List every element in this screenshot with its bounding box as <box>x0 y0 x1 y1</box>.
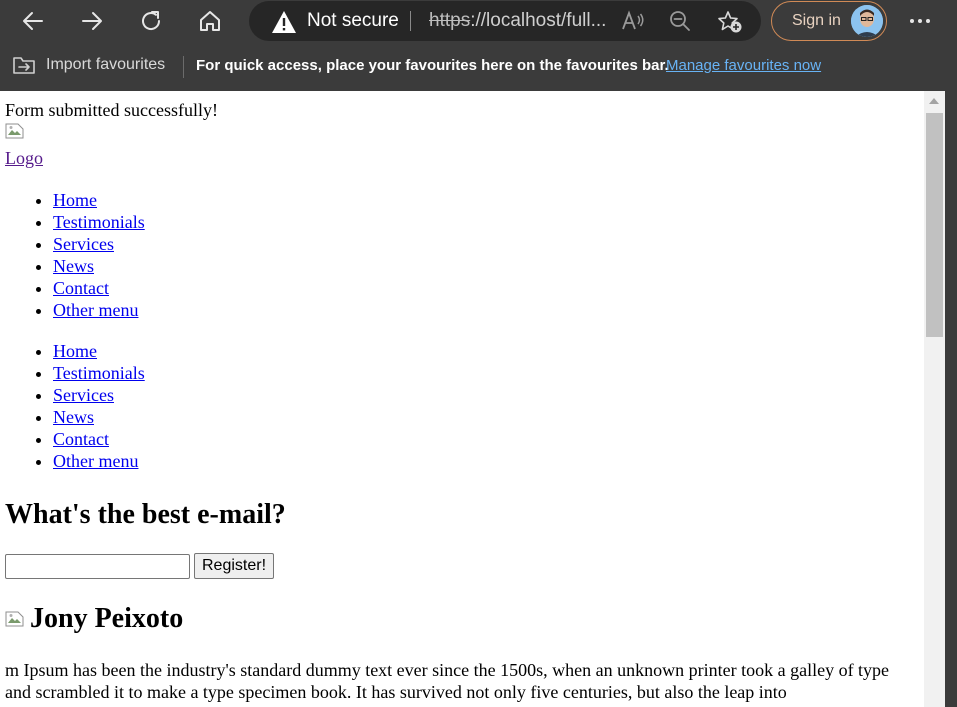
address-divider <box>410 11 411 31</box>
page-content: Form submitted successfully! Logo Home T… <box>0 91 924 703</box>
forward-button[interactable] <box>74 4 110 38</box>
menu-item: Home <box>53 340 919 362</box>
favourites-bar: Import favourites For quick access, plac… <box>0 43 957 91</box>
menu-link-home[interactable]: Home <box>53 341 97 361</box>
register-form: Register! <box>5 553 919 579</box>
import-favourites-button[interactable]: Import favourites <box>12 54 165 76</box>
menu-item: Contact <box>53 428 919 450</box>
url-scheme: https <box>429 10 471 31</box>
more-options-button[interactable] <box>905 4 935 38</box>
testimonial-heading: Jony Peixoto <box>5 603 919 635</box>
menu-link-other[interactable]: Other menu <box>53 300 138 320</box>
menu-link-contact[interactable]: Contact <box>53 429 109 449</box>
security-status-label[interactable]: Not secure <box>307 10 399 32</box>
url-path: ://localhost/full... <box>470 10 607 31</box>
page-scrollbar[interactable] <box>924 91 945 707</box>
menu-item: News <box>53 255 919 277</box>
success-message: Form submitted successfully! <box>5 100 218 120</box>
refresh-button[interactable] <box>133 4 169 38</box>
email-field[interactable] <box>5 553 190 579</box>
favourites-message: For quick access, place your favourites … <box>196 57 669 74</box>
main-menu: Home Testimonials Services News Contact … <box>5 189 919 321</box>
back-button[interactable] <box>15 4 51 38</box>
zoom-out-icon[interactable] <box>669 10 691 32</box>
menu-link-news[interactable]: News <box>53 407 94 427</box>
broken-image-icon <box>5 123 24 139</box>
url-text[interactable]: https://localhost/full... <box>429 10 606 32</box>
menu-link-services[interactable]: Services <box>53 234 114 254</box>
favourites-divider <box>183 56 184 78</box>
menu-link-other[interactable]: Other menu <box>53 451 138 471</box>
logo-line: Logo <box>5 147 919 169</box>
menu-link-testimonials[interactable]: Testimonials <box>53 363 145 383</box>
window-edge <box>945 91 957 707</box>
manage-favourites-link[interactable]: Manage favourites now <box>666 57 821 74</box>
secondary-menu: Home Testimonials Services News Contact … <box>5 340 919 472</box>
testimonial-text: m Ipsum has been the industry's standard… <box>5 660 890 702</box>
user-avatar-icon <box>851 5 883 37</box>
import-favourites-label: Import favourites <box>46 56 166 73</box>
menu-item: Other menu <box>53 299 919 321</box>
arrow-left-icon <box>23 12 43 30</box>
logo-image-line <box>5 121 919 147</box>
register-button[interactable]: Register! <box>194 553 275 579</box>
import-folder-icon <box>13 57 35 74</box>
menu-item: Testimonials <box>53 362 919 384</box>
home-button[interactable] <box>192 4 228 38</box>
sign-in-label: Sign in <box>792 12 841 29</box>
more-icon <box>910 19 930 23</box>
menu-link-home[interactable]: Home <box>53 190 97 210</box>
menu-link-testimonials[interactable]: Testimonials <box>53 212 145 232</box>
warning-icon <box>272 11 296 33</box>
menu-link-services[interactable]: Services <box>53 385 114 405</box>
broken-image-icon <box>5 611 24 627</box>
menu-link-news[interactable]: News <box>53 256 94 276</box>
read-aloud-icon[interactable] <box>621 10 645 32</box>
menu-item: Home <box>53 189 919 211</box>
email-heading: What's the best e-mail? <box>5 499 286 530</box>
logo-link[interactable]: Logo <box>5 148 43 168</box>
page-viewport: Form submitted successfully! Logo Home T… <box>0 91 924 707</box>
address-bar[interactable]: Not secure https://localhost/full... <box>249 1 761 41</box>
browser-toolbar: Not secure https://localhost/full... Sig… <box>0 0 957 43</box>
menu-item: Testimonials <box>53 211 919 233</box>
menu-item: Services <box>53 384 919 406</box>
avatar <box>851 5 883 37</box>
testimonial-name: Jony Peixoto <box>30 603 184 634</box>
home-icon <box>200 11 220 31</box>
scroll-up-arrow-icon[interactable] <box>929 98 939 104</box>
scrollbar-thumb[interactable] <box>926 113 943 337</box>
menu-item: Services <box>53 233 919 255</box>
menu-item: Contact <box>53 277 919 299</box>
menu-item: News <box>53 406 919 428</box>
menu-item: Other menu <box>53 450 919 472</box>
refresh-icon <box>142 11 161 30</box>
sign-in-button[interactable]: Sign in <box>771 1 887 41</box>
menu-link-contact[interactable]: Contact <box>53 278 109 298</box>
add-favourite-icon[interactable] <box>717 10 743 34</box>
arrow-right-icon <box>82 12 102 30</box>
